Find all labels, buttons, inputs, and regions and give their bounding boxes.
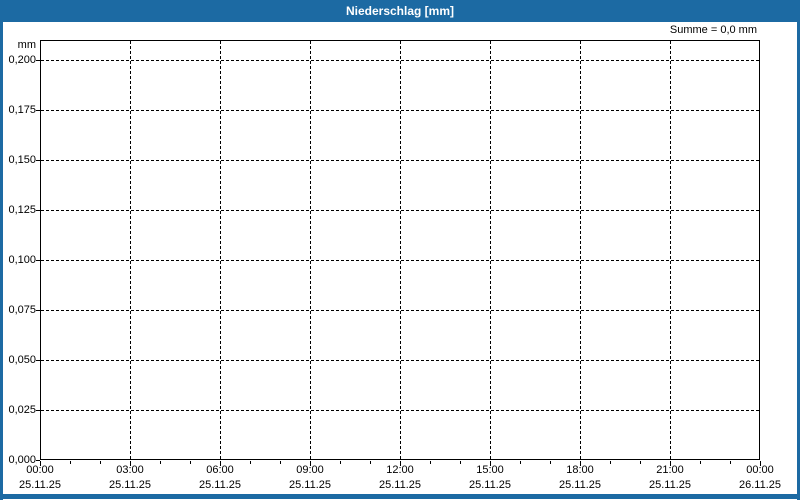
x-axis-date-label: 25.11.25 [468, 479, 511, 491]
x-gridline [310, 41, 311, 459]
x-axis-date-label: 25.11.25 [198, 479, 241, 491]
x-minor-tick-mark [70, 461, 71, 464]
x-gridline [580, 41, 581, 459]
x-axis-time-label: 09:00 [296, 464, 324, 476]
x-minor-tick-mark [520, 461, 521, 464]
y-axis-tick-label: 0,200 [8, 54, 36, 66]
x-minor-tick-mark [100, 461, 101, 464]
x-axis-date-label: 25.11.25 [288, 479, 331, 491]
x-axis-time-label: 12:00 [386, 464, 414, 476]
x-axis-date-label: 25.11.25 [558, 479, 601, 491]
x-axis-time-label: 06:00 [206, 464, 234, 476]
chart-title: Niederschlag [mm] [345, 4, 455, 18]
x-axis-date-label: 25.11.25 [18, 479, 61, 491]
x-axis-date-label: 26.11.25 [738, 479, 781, 491]
x-minor-tick-mark [460, 461, 461, 464]
x-gridline [490, 41, 491, 459]
y-tick-mark [36, 110, 40, 111]
y-tick-mark [36, 360, 40, 361]
x-minor-tick-mark [190, 461, 191, 464]
y-axis-tick-label: 0,075 [8, 304, 36, 316]
precipitation-chart-window: Niederschlag [mm] Summe = 0,0 mm mm 0,20… [0, 0, 800, 500]
x-axis-date-label: 25.11.25 [378, 479, 421, 491]
x-axis-time-label: 18:00 [566, 464, 594, 476]
y-axis-tick-label: 0,150 [8, 154, 36, 166]
window-border-bottom [0, 494, 800, 499]
y-axis-tick-label: 0,050 [8, 354, 36, 366]
x-axis-date-label: 25.11.25 [108, 479, 151, 491]
x-minor-tick-mark [700, 461, 701, 464]
x-axis-time-label: 03:00 [116, 464, 144, 476]
y-axis-tick-label: 0,025 [8, 404, 36, 416]
x-axis-time-label: 15:00 [476, 464, 504, 476]
y-tick-mark [36, 410, 40, 411]
x-gridline [400, 41, 401, 459]
x-gridline [220, 41, 221, 459]
x-minor-tick-mark [640, 461, 641, 464]
y-tick-mark [36, 210, 40, 211]
y-tick-mark [36, 260, 40, 261]
x-minor-tick-mark [250, 461, 251, 464]
x-minor-tick-mark [730, 461, 731, 464]
y-axis-tick-label: 0,100 [8, 254, 36, 266]
x-gridline [670, 41, 671, 459]
x-minor-tick-mark [430, 461, 431, 464]
x-minor-tick-mark [340, 461, 341, 464]
x-axis-time-label: 00:00 [746, 464, 774, 476]
x-axis-date-label: 25.11.25 [648, 479, 691, 491]
x-minor-tick-mark [550, 461, 551, 464]
x-gridline [130, 41, 131, 459]
y-tick-mark [36, 60, 40, 61]
x-minor-tick-mark [610, 461, 611, 464]
x-minor-tick-mark [160, 461, 161, 464]
x-axis-time-label: 21:00 [656, 464, 684, 476]
y-tick-mark [36, 310, 40, 311]
y-axis-tick-label: 0,175 [8, 104, 36, 116]
y-axis-tick-label: 0,125 [8, 204, 36, 216]
x-minor-tick-mark [280, 461, 281, 464]
y-tick-mark [36, 160, 40, 161]
x-minor-tick-mark [370, 461, 371, 464]
x-axis-time-label: 00:00 [26, 464, 54, 476]
chart-title-bar: Niederschlag [mm] [0, 0, 800, 22]
sum-annotation: Summe = 0,0 mm [669, 24, 757, 36]
y-axis-unit-label: mm [17, 39, 36, 51]
